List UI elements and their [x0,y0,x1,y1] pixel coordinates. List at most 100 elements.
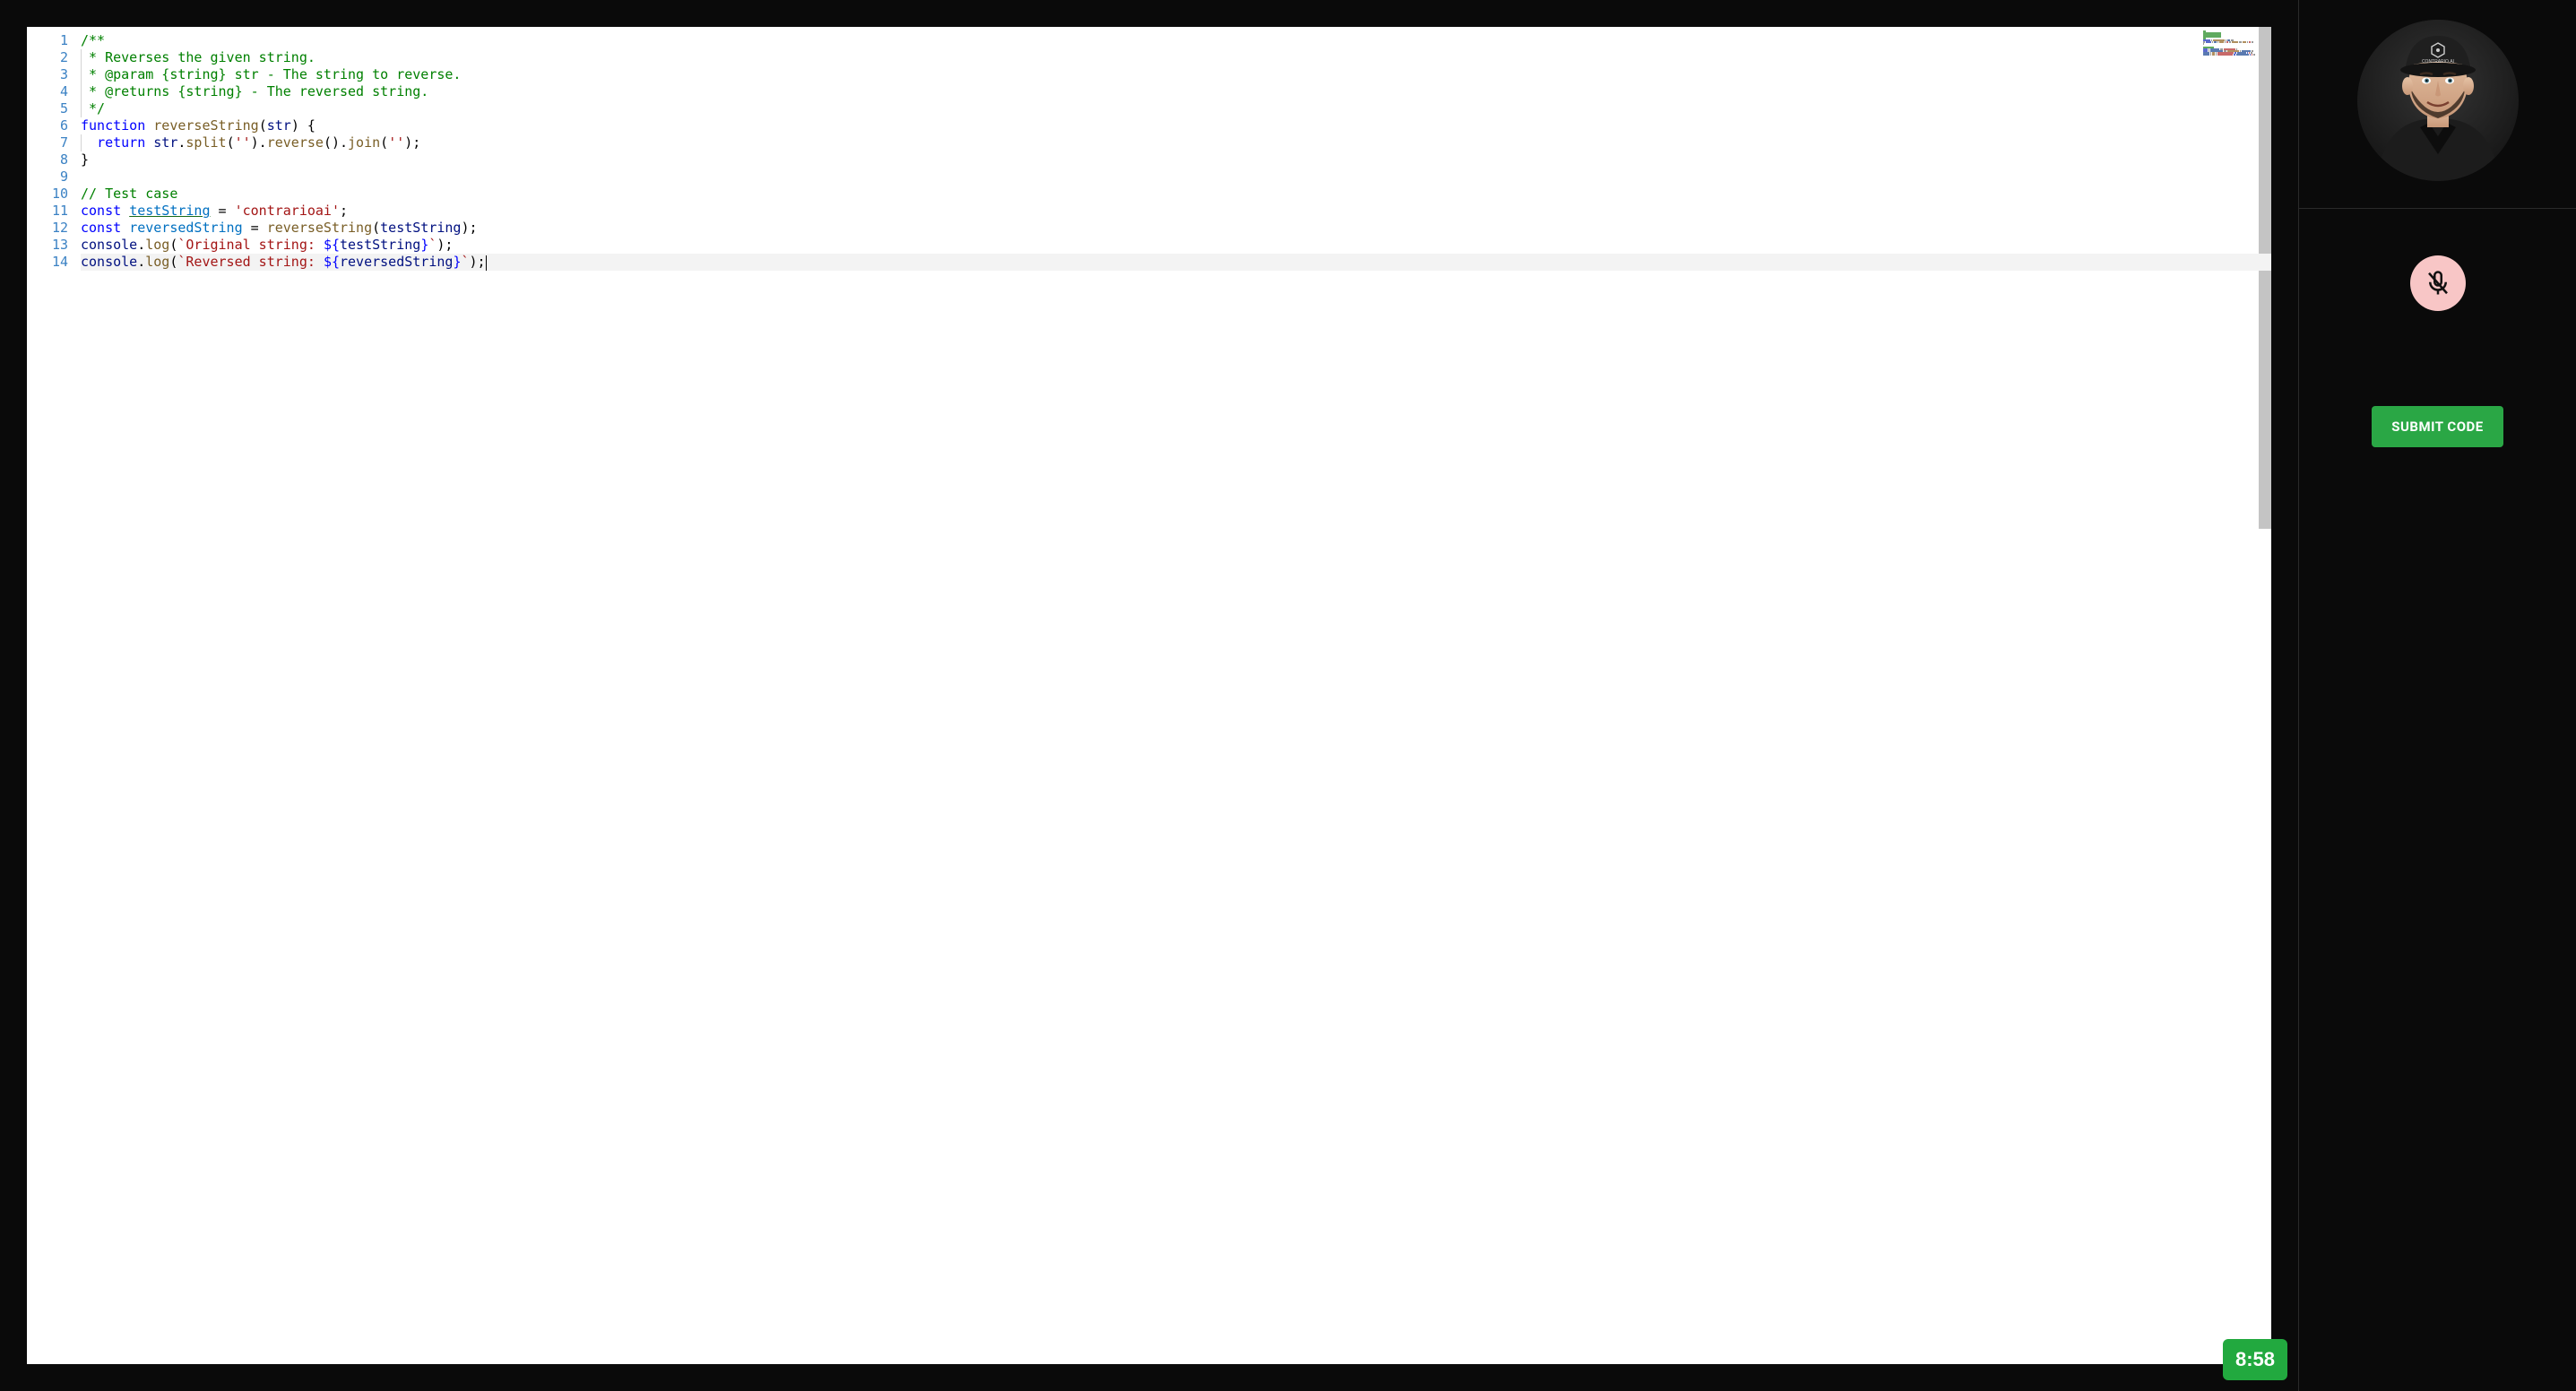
token-var: reversedString [129,220,242,236]
token-comment: // Test case [81,186,177,202]
line-number: 7 [27,134,68,151]
line-number: 6 [27,117,68,134]
code-line[interactable]: */ [81,100,2271,117]
code-line[interactable]: } [81,151,2271,168]
code-line[interactable]: console.log(`Original string: ${testStri… [81,237,2271,254]
token-plain: ( [380,134,388,151]
code-line[interactable]: // Test case [81,186,2271,203]
token-fn: join [348,134,380,151]
token-comment: * @param {string} str - The string to re… [81,66,461,82]
token-keyword: } [420,237,428,253]
token-plain: = [243,220,267,236]
indent-guide [81,49,82,66]
mic-toggle-button[interactable] [2410,255,2466,311]
code-line[interactable]: console.log(`Reversed string: ${reversed… [81,254,2271,271]
token-plain: ); [404,134,420,151]
editor-pane: 1234567891011121314 /** * Reverses the g… [0,0,2298,1391]
line-number: 4 [27,83,68,100]
avatar-cap-label: CONTRARIO.AI [2421,59,2453,65]
token-tmpl: `Reversed string: [177,254,324,270]
token-plain: ). [251,134,267,151]
token-plain: . [137,254,145,270]
line-number: 5 [27,100,68,117]
line-number: 11 [27,203,68,220]
token-string: '' [388,134,404,151]
token-fn: reverse [267,134,324,151]
token-plain: ; [340,203,348,219]
token-plain: = [211,203,235,219]
token-comment: * Reverses the given string. [81,49,316,65]
indent-guide [81,100,82,117]
line-number: 10 [27,186,68,203]
code-line[interactable]: * Reverses the given string. [81,49,2271,66]
timer-badge: 8:58 [2223,1339,2287,1380]
token-comment: * @returns {string} - The reversed strin… [81,83,428,99]
mic-muted-icon [2425,270,2451,297]
token-string: '' [235,134,251,151]
timer-value: 8:58 [2235,1348,2275,1370]
token-var: testString [129,203,210,219]
code-line[interactable]: * @returns {string} - The reversed strin… [81,83,2271,100]
token-plain [145,134,153,151]
token-varref: testString [380,220,461,236]
line-number: 14 [27,254,68,271]
token-plain: . [137,237,145,253]
token-plain [81,134,97,151]
token-keyword: ${ [324,237,340,253]
token-keyword: return [97,134,145,151]
token-comment: */ [81,100,105,117]
code-editor[interactable]: 1234567891011121314 /** * Reverses the g… [27,27,2271,1364]
token-plain [145,117,153,134]
line-number: 13 [27,237,68,254]
token-varref: str [153,134,177,151]
token-string: 'contrarioai' [235,203,340,219]
line-number: 8 [27,151,68,168]
token-plain: (). [324,134,348,151]
submit-code-label: SUBMIT CODE [2391,419,2483,435]
token-fn: reverseString [267,220,372,236]
token-plain [121,203,129,219]
token-plain: ( [227,134,235,151]
token-varref: console [81,254,137,270]
line-number: 2 [27,49,68,66]
line-number: 1 [27,32,68,49]
code-line[interactable]: * @param {string} str - The string to re… [81,66,2271,83]
line-number: 3 [27,66,68,83]
token-plain: ); [470,254,486,270]
code-area[interactable]: /** * Reverses the given string. * @para… [81,27,2271,1364]
avatar-svg: CONTRARIO.AI [2357,20,2519,181]
code-line[interactable]: function reverseString(str) { [81,117,2271,134]
token-plain: ); [437,237,453,253]
token-plain: ( [372,220,380,236]
token-keyword: const [81,203,121,219]
indent-guide [81,66,82,83]
code-line[interactable]: const reversedString = reverseString(tes… [81,220,2271,237]
side-panel: CONTRARIO.AI [2298,0,2576,1391]
token-plain: } [81,151,89,168]
token-plain [121,220,129,236]
line-number: 12 [27,220,68,237]
indent-guide [81,83,82,100]
submit-code-button[interactable]: SUBMIT CODE [2372,406,2503,447]
token-keyword: const [81,220,121,236]
code-line[interactable] [81,168,2271,186]
token-param: str [267,117,291,134]
code-line[interactable]: const testString = 'contrarioai'; [81,203,2271,220]
token-fn: log [145,254,169,270]
token-fn: reverseString [153,117,258,134]
token-plain: ); [461,220,477,236]
text-cursor [486,255,487,271]
token-tmpl: ` [461,254,469,270]
token-keyword: function [81,117,145,134]
token-varref: reversedString [340,254,453,270]
app-root: 1234567891011121314 /** * Reverses the g… [0,0,2576,1391]
token-comment: /** [81,32,105,48]
token-fn: split [186,134,226,151]
code-line[interactable]: return str.split('').reverse().join(''); [81,134,2271,151]
token-varref: testString [340,237,420,253]
token-varref: console [81,237,137,253]
token-tmpl: `Original string: [177,237,324,253]
token-keyword: ${ [324,254,340,270]
avatar-section: CONTRARIO.AI [2299,20,2576,209]
code-line[interactable]: /** [81,32,2271,49]
